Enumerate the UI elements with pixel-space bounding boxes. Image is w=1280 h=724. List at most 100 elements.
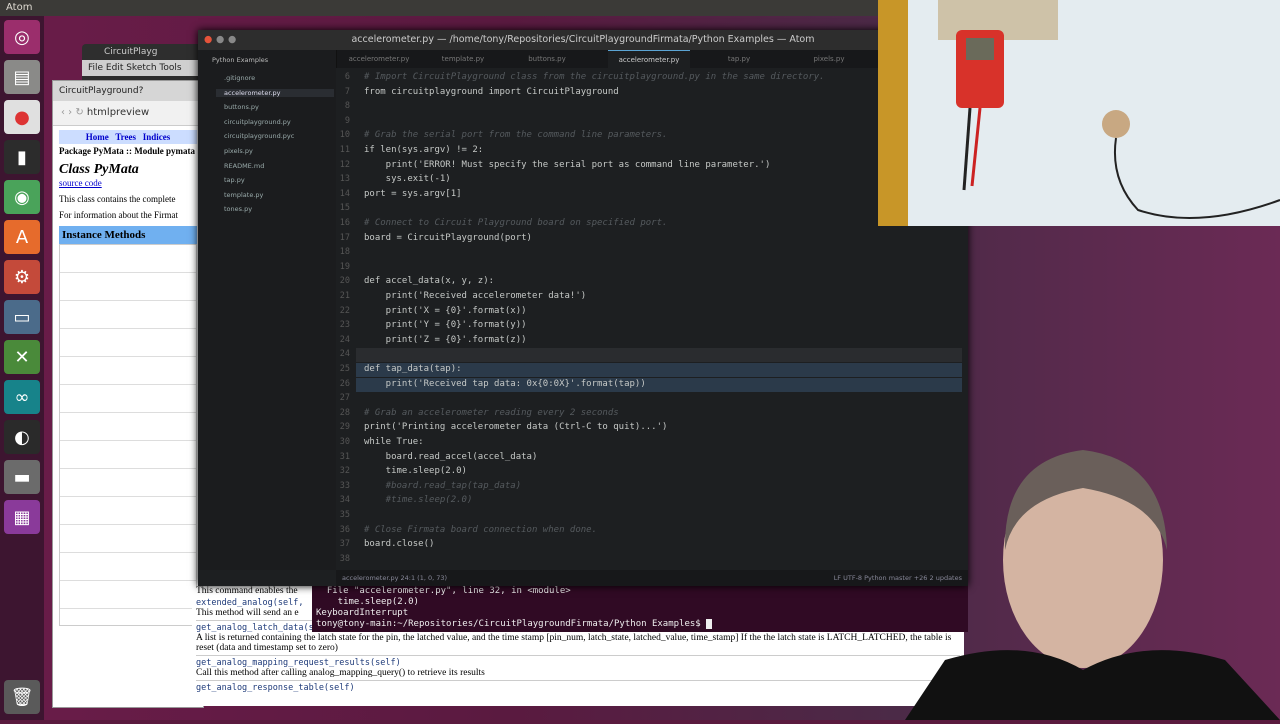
- line-number: 6: [344, 72, 350, 82]
- obs-icon[interactable]: ◐: [4, 420, 40, 454]
- code-line: port = sys.argv[1]: [364, 188, 462, 199]
- tree-item[interactable]: accelerometer.py: [216, 88, 334, 97]
- address-bar[interactable]: ‹ › ↻ htmlpreview: [53, 101, 203, 126]
- code-line: #time.sleep(2.0): [364, 495, 473, 506]
- line-number: 16: [339, 218, 350, 228]
- remote-desktop-icon[interactable]: ▭: [4, 300, 40, 334]
- browser-window[interactable]: CircuitPlayground? ‹ › ↻ htmlpreview Hom…: [52, 80, 204, 708]
- class-desc-1: This class contains the complete: [59, 194, 176, 204]
- tab-3[interactable]: buttons.py: [506, 50, 588, 68]
- tree-item[interactable]: buttons.py: [224, 103, 259, 111]
- line-number: 22: [339, 305, 350, 316]
- line-number: 10: [339, 130, 350, 141]
- tree-item[interactable]: tones.py: [224, 205, 252, 213]
- method-get-analog-response-table[interactable]: get_analog_response_table(self): [196, 683, 355, 693]
- workspace-icon[interactable]: ▦: [4, 500, 40, 534]
- tree-root[interactable]: Python Examples: [212, 56, 268, 64]
- code-editor[interactable]: 6 # Import CircuitPlayground class from t…: [336, 68, 968, 570]
- close-icon[interactable]: ●: [204, 30, 212, 50]
- code-line: # Import CircuitPlayground class from th…: [364, 72, 825, 82]
- code-line: print('Received accelerometer data!'): [364, 291, 587, 301]
- tree-item[interactable]: circuitplayground.pyc: [224, 132, 294, 140]
- code-line: print('X = {0}'.format(x)): [364, 305, 527, 316]
- method-extended-analog[interactable]: extended_analog(self,: [196, 598, 303, 608]
- terminal-icon[interactable]: ▮: [4, 140, 40, 174]
- package-breadcrumb: Package PyMata :: Module pymata: [59, 146, 195, 156]
- methods-table: [59, 244, 197, 626]
- nav-arrows-icon[interactable]: ‹ › ↻: [61, 107, 84, 118]
- class-title: Class PyMata: [59, 162, 139, 177]
- line-number: 17: [339, 232, 350, 243]
- code-line: sys.exit(-1): [364, 174, 451, 185]
- tools-icon[interactable]: ✕: [4, 340, 40, 374]
- tree-item[interactable]: pixels.py: [224, 147, 253, 155]
- tab-active[interactable]: accelerometer.py: [608, 50, 690, 69]
- tab-6[interactable]: pixels.py: [788, 50, 870, 68]
- presenter-image: [905, 450, 1280, 720]
- line-number: 25: [339, 364, 350, 374]
- status-left: accelerometer.py 24:1 (1, 0, 73): [342, 574, 448, 582]
- code-line: print('Z = {0}'.format(z)): [364, 334, 527, 345]
- minimize-icon[interactable]: ●: [216, 30, 224, 50]
- dash-home-icon[interactable]: ◎: [4, 20, 40, 54]
- line-number: 36: [339, 524, 350, 535]
- atom-title: accelerometer.py — /home/tony/Repositori…: [351, 34, 815, 45]
- atom-titlebar: ● ● ● accelerometer.py — /home/tony/Repo…: [198, 30, 968, 50]
- tree-item[interactable]: .gitignore: [224, 74, 255, 82]
- tree-item[interactable]: tap.py: [224, 176, 245, 184]
- line-number: 21: [339, 291, 350, 301]
- line-number: 32: [339, 466, 350, 477]
- tab-5[interactable]: tap.py: [698, 50, 780, 68]
- drive-icon[interactable]: ▬: [4, 460, 40, 494]
- code-line: # Grab an accelerometer reading every 2 …: [364, 407, 619, 418]
- line-number: 30: [339, 437, 350, 447]
- code-line: print('Y = {0}'.format(y)): [364, 320, 527, 331]
- line-number: 27: [339, 393, 350, 404]
- tree-item[interactable]: template.py: [224, 191, 263, 199]
- arduino-menubar[interactable]: File Edit Sketch Tools: [82, 60, 212, 76]
- project-tree: Python Examples .gitignore accelerometer.…: [198, 50, 337, 570]
- software-center-icon[interactable]: A: [4, 220, 40, 254]
- code-line: def tap_data(tap):: [364, 364, 462, 374]
- code-line: print('Received tap data: 0x{0:0X}'.form…: [364, 378, 646, 389]
- code-line: time.sleep(2.0): [364, 466, 467, 477]
- terminal-window[interactable]: File "accelerometer.py", line 32, in <mo…: [312, 584, 968, 632]
- latch-data-desc: A list is returned containing the latch …: [196, 633, 952, 653]
- line-number: 35: [339, 510, 350, 520]
- mapping-desc: Call this method after calling analog_ma…: [196, 668, 485, 678]
- line-number: 18: [339, 247, 350, 258]
- arduino-icon[interactable]: ∞: [4, 380, 40, 414]
- code-line: board.close(): [364, 539, 435, 550]
- line-number: 7: [344, 86, 350, 97]
- tree-item[interactable]: circuitplayground.py: [224, 118, 291, 126]
- browser-tab[interactable]: CircuitPlayground?: [53, 81, 203, 101]
- line-number: 20: [339, 276, 350, 287]
- trash-icon[interactable]: 🗑: [4, 680, 40, 714]
- address-text: htmlpreview: [86, 107, 150, 118]
- maximize-icon[interactable]: ●: [228, 30, 236, 50]
- code-line: #board.read_tap(tap_data): [364, 480, 522, 491]
- instance-methods-header: Instance Methods: [59, 226, 197, 244]
- atom-editor-window[interactable]: ● ● ● accelerometer.py — /home/tony/Repo…: [198, 30, 968, 586]
- doc-nav: Home Trees Indices: [59, 130, 197, 144]
- files-icon[interactable]: ▤: [4, 60, 40, 94]
- code-line: # Close Firmata board connection when do…: [364, 524, 597, 535]
- tree-item[interactable]: README.md: [224, 162, 264, 170]
- nav-trees-link[interactable]: Trees: [115, 132, 136, 142]
- arduino-title: CircuitPlayg: [104, 47, 158, 57]
- tab-2[interactable]: template.py: [422, 50, 504, 68]
- active-app-title: Atom: [6, 2, 33, 13]
- chrome-icon[interactable]: ●: [4, 100, 40, 134]
- settings-icon[interactable]: ⚙: [4, 260, 40, 294]
- method-get-analog-mapping[interactable]: get_analog_mapping_request_results(self): [196, 658, 401, 668]
- nav-indices-link[interactable]: Indices: [143, 132, 171, 142]
- nav-home-link[interactable]: Home: [86, 132, 109, 142]
- source-code-link[interactable]: source code: [59, 178, 197, 188]
- tab-1[interactable]: accelerometer.py: [338, 50, 420, 68]
- browser-icon[interactable]: ◉: [4, 180, 40, 214]
- line-number: 14: [339, 188, 350, 199]
- code-line: if len(sys.argv) != 2:: [364, 145, 484, 155]
- arduino-window[interactable]: CircuitPlayg File Edit Sketch Tools: [82, 44, 212, 84]
- terminal-line-2: time.sleep(2.0): [316, 597, 419, 607]
- line-number: 15: [339, 203, 350, 214]
